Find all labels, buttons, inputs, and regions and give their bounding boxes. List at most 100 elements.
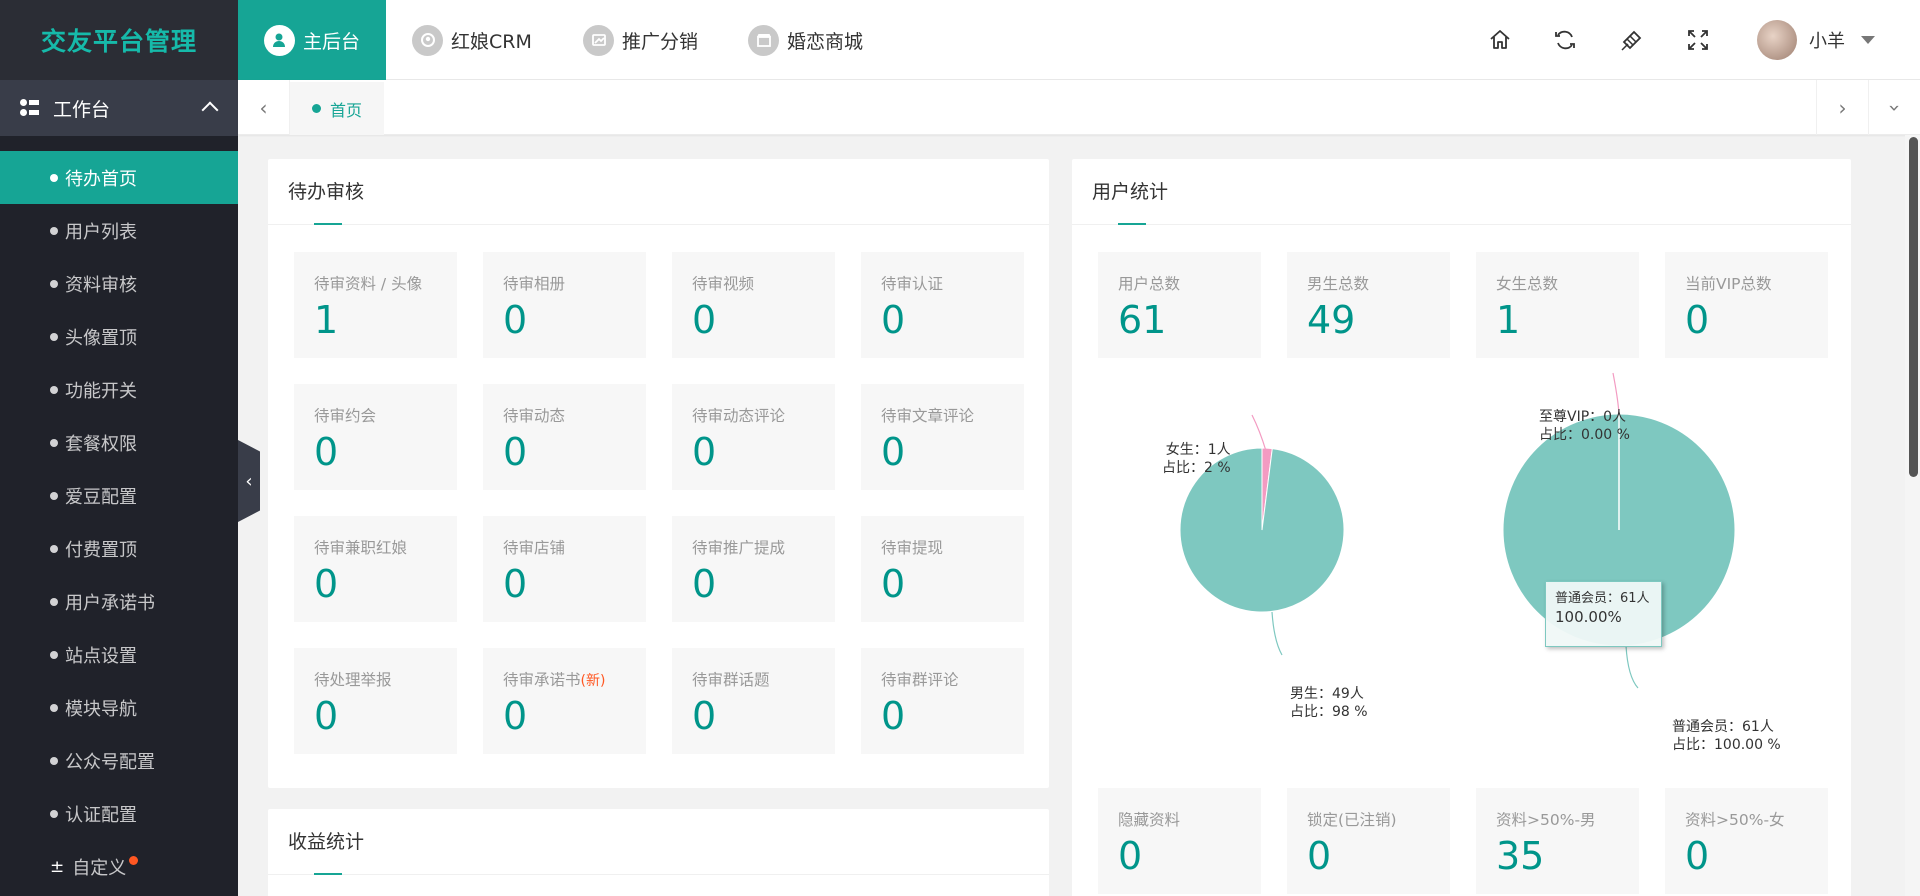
stat-label-text: 待审相册 <box>503 275 566 293</box>
stat-box-user-bottom-3[interactable]: 资料>50%-女 0 <box>1665 788 1828 894</box>
stat-box-pending-11[interactable]: 待审提现 0 <box>861 516 1024 622</box>
caret-down-icon <box>1861 36 1875 44</box>
stat-label-text: 资料>50%-男 <box>1496 811 1596 829</box>
stat-box-pending-0[interactable]: 待审资料 / 头像 1 <box>294 252 457 358</box>
tab-matchmaker-crm[interactable]: 红娘CRM <box>412 0 532 80</box>
sidebar-item-profile-review[interactable]: 资料审核 <box>0 257 238 310</box>
sidebar-item-package-permissions[interactable]: 套餐权限 <box>0 416 238 469</box>
stat-value: 35 <box>1496 834 1545 878</box>
home-icon[interactable] <box>1486 26 1514 54</box>
bullet-icon <box>312 104 321 113</box>
sidebar-item-label: 公众号配置 <box>65 751 155 773</box>
stat-box-user-top-0[interactable]: 用户总数 61 <box>1098 252 1261 358</box>
tab-promotion-distribution[interactable]: 推广分销 <box>583 0 698 80</box>
sidebar-item-user-pledge[interactable]: 用户承诺书 <box>0 575 238 628</box>
stat-value: 0 <box>692 562 717 606</box>
card-title: 待办审核 <box>268 159 1049 225</box>
sidebar-item-label: 功能开关 <box>65 380 137 402</box>
stat-box-user-bottom-1[interactable]: 锁定(已注销) 0 <box>1287 788 1450 894</box>
refresh-icon[interactable] <box>1551 26 1579 54</box>
tabs-scroll-right-button[interactable]: › <box>1816 80 1868 135</box>
pie-label-male: 男生：49人 占比：98 % <box>1290 685 1368 721</box>
stat-box-pending-2[interactable]: 待审视频 0 <box>672 252 835 358</box>
stat-box-pending-15[interactable]: 待审群评论 0 <box>861 648 1024 754</box>
leader-line-regular <box>1625 645 1639 689</box>
stat-box-pending-5[interactable]: 待审动态 0 <box>483 384 646 490</box>
tab-marriage-mall[interactable]: 婚恋商城 <box>748 0 863 80</box>
stat-label-text: 待审店铺 <box>503 539 566 557</box>
stat-label: 待审群评论 <box>881 668 1004 690</box>
stat-label: 资料>50%-女 <box>1685 808 1808 830</box>
tab-label: 婚恋商城 <box>787 30 864 53</box>
top-nav-bar: 主后台 红娘CRM 推广分销 婚恋商城 小羊 <box>238 0 1920 80</box>
user-menu[interactable]: 小羊 <box>1757 0 1875 80</box>
sidebar-item-paid-top[interactable]: 付费置顶 <box>0 522 238 575</box>
user-stats-card: 用户统计 用户总数 61 男生总数 49 女生总数 1 当前VIP总数 0 隐藏资料 0 锁定(已… <box>1072 159 1851 896</box>
stat-label-text: 待审群评论 <box>881 671 959 689</box>
stat-value: 1 <box>1496 298 1521 342</box>
workspace-menu-header[interactable]: 工作台 <box>0 80 238 136</box>
stat-label-text: 待审兼职红娘 <box>314 539 408 557</box>
sidebar-item-official-account[interactable]: 公众号配置 <box>0 734 238 787</box>
sidebar-item-label: 模块导航 <box>65 698 137 720</box>
tooltip-line2: 100.00% <box>1555 608 1622 626</box>
scrollbar-thumb[interactable] <box>1909 137 1918 477</box>
clear-cache-icon[interactable] <box>1618 26 1646 54</box>
pie-label-line1: 女生：1人 <box>1165 442 1231 458</box>
sidebar-item-todo-home[interactable]: 待办首页 <box>0 151 238 204</box>
stat-box-user-top-3[interactable]: 当前VIP总数 0 <box>1665 252 1828 358</box>
stat-value: 0 <box>692 298 717 342</box>
stat-label: 用户总数 <box>1118 272 1241 294</box>
page-tab-label: 首页 <box>330 100 363 120</box>
sidebar-item-feature-switch[interactable]: 功能开关 <box>0 363 238 416</box>
pie-label-female: 女生：1人 占比：2 % <box>1162 441 1231 477</box>
stat-label-text: 待审动态评论 <box>692 407 786 425</box>
stat-box-pending-4[interactable]: 待审约会 0 <box>294 384 457 490</box>
sidebar-item-module-nav[interactable]: 模块导航 <box>0 681 238 734</box>
tab-main-backend[interactable]: 主后台 <box>238 0 387 80</box>
stat-box-pending-7[interactable]: 待审文章评论 0 <box>861 384 1024 490</box>
pie-label-line1: 男生：49人 <box>1290 686 1364 702</box>
plus-minus-icon: ± <box>50 856 65 877</box>
stat-label-text: 待审群话题 <box>692 671 770 689</box>
sidebar-item-avatar-top[interactable]: 头像置顶 <box>0 310 238 363</box>
sidebar-item-site-settings[interactable]: 站点设置 <box>0 628 238 681</box>
stat-box-pending-9[interactable]: 待审店铺 0 <box>483 516 646 622</box>
stat-box-pending-6[interactable]: 待审动态评论 0 <box>672 384 835 490</box>
stat-label: 待审文章评论 <box>881 404 1004 426</box>
stat-value: 0 <box>1685 834 1710 878</box>
stat-box-pending-14[interactable]: 待审群话题 0 <box>672 648 835 754</box>
stat-box-user-top-2[interactable]: 女生总数 1 <box>1476 252 1639 358</box>
sidebar-collapse-button[interactable]: ‹ <box>238 440 260 522</box>
pie-label-line1: 普通会员：61人 <box>1672 719 1774 735</box>
stat-label-text: 女生总数 <box>1496 275 1559 293</box>
stat-label-text: 待审认证 <box>881 275 944 293</box>
chevron-down-icon: › <box>1882 103 1907 112</box>
stat-box-pending-10[interactable]: 待审推广提成 0 <box>672 516 835 622</box>
stat-box-pending-12[interactable]: 待处理举报 0 <box>294 648 457 754</box>
tabs-dropdown-button[interactable]: › <box>1868 80 1920 135</box>
tabs-scroll-left-button[interactable]: ‹ <box>238 80 290 135</box>
stat-label-text: 待处理举报 <box>314 671 392 689</box>
stat-value: 0 <box>1118 834 1143 878</box>
sidebar-item-user-list[interactable]: 用户列表 <box>0 204 238 257</box>
sidebar-item-label: 付费置顶 <box>65 539 137 561</box>
sidebar-menu: 待办首页 用户列表 资料审核 头像置顶 功能开关 套餐权限 爱豆配置 付费置顶 … <box>0 151 238 893</box>
stat-value: 0 <box>692 694 717 738</box>
sidebar-item-custom[interactable]: ± 自定义 <box>0 840 238 893</box>
stat-box-pending-3[interactable]: 待审认证 0 <box>861 252 1024 358</box>
fullscreen-icon[interactable] <box>1684 26 1712 54</box>
stat-box-user-bottom-2[interactable]: 资料>50%-男 35 <box>1476 788 1639 894</box>
stat-value: 0 <box>503 298 528 342</box>
stat-box-user-top-1[interactable]: 男生总数 49 <box>1287 252 1450 358</box>
leader-line-male <box>1271 611 1283 656</box>
pending-review-card: 待办审核 待审资料 / 头像 1 待审相册 0 待审视频 0 待审认证 0 待审约会 0 待审动态 0… <box>268 159 1049 788</box>
sidebar-item-auth-config[interactable]: 认证配置 <box>0 787 238 840</box>
stat-box-pending-1[interactable]: 待审相册 0 <box>483 252 646 358</box>
stat-box-pending-13[interactable]: 待审承诺书(新) 0 <box>483 648 646 754</box>
stat-box-user-bottom-0[interactable]: 隐藏资料 0 <box>1098 788 1261 894</box>
sidebar-item-idol-config[interactable]: 爱豆配置 <box>0 469 238 522</box>
stat-label-text: 资料>50%-女 <box>1685 811 1785 829</box>
page-tab-home[interactable]: 首页 <box>290 80 385 135</box>
stat-box-pending-8[interactable]: 待审兼职红娘 0 <box>294 516 457 622</box>
